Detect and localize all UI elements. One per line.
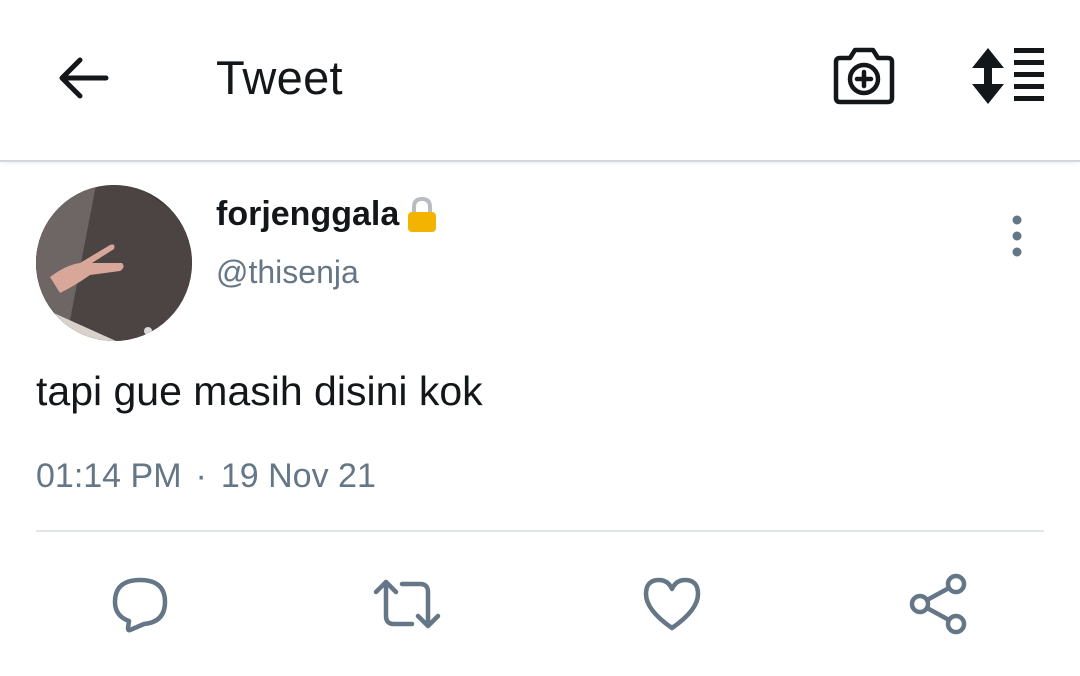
like-button[interactable] xyxy=(640,572,704,636)
vertical-dots-icon xyxy=(1012,215,1022,257)
share-button[interactable] xyxy=(906,572,970,636)
comment-icon xyxy=(112,577,168,633)
camera-button[interactable] xyxy=(830,44,898,108)
user-handle[interactable]: @thisenja xyxy=(216,254,359,291)
lock-icon xyxy=(408,196,437,232)
avatar[interactable] xyxy=(36,185,192,341)
more-options-button[interactable] xyxy=(1000,212,1034,262)
avatar-photo xyxy=(36,185,192,341)
camera-plus-icon xyxy=(833,47,895,105)
retweet-icon xyxy=(373,579,441,629)
top-app-bar: Tweet xyxy=(0,0,1080,162)
sort-list-icon xyxy=(972,48,1044,104)
heart-icon xyxy=(643,577,701,631)
retweet-button[interactable] xyxy=(372,572,441,636)
page-title: Tweet xyxy=(216,51,343,104)
arrow-left-icon xyxy=(59,57,109,99)
reply-button[interactable] xyxy=(108,572,172,636)
back-button[interactable] xyxy=(54,48,114,108)
tweet-date: 19 Nov 21 xyxy=(220,457,376,495)
display-name: forjenggala xyxy=(216,195,400,233)
tweet-text: tapi gue masih disini kok xyxy=(36,368,483,414)
share-icon xyxy=(909,573,967,635)
divider xyxy=(36,530,1044,532)
separator-dot: · xyxy=(195,457,207,495)
tweet-time: 01:14 PM xyxy=(36,457,182,495)
tweet-timestamp: 01:14 PM · 19 Nov 21 xyxy=(36,457,376,496)
display-name-row[interactable]: forjenggala xyxy=(216,195,439,234)
sort-button[interactable] xyxy=(968,44,1048,108)
